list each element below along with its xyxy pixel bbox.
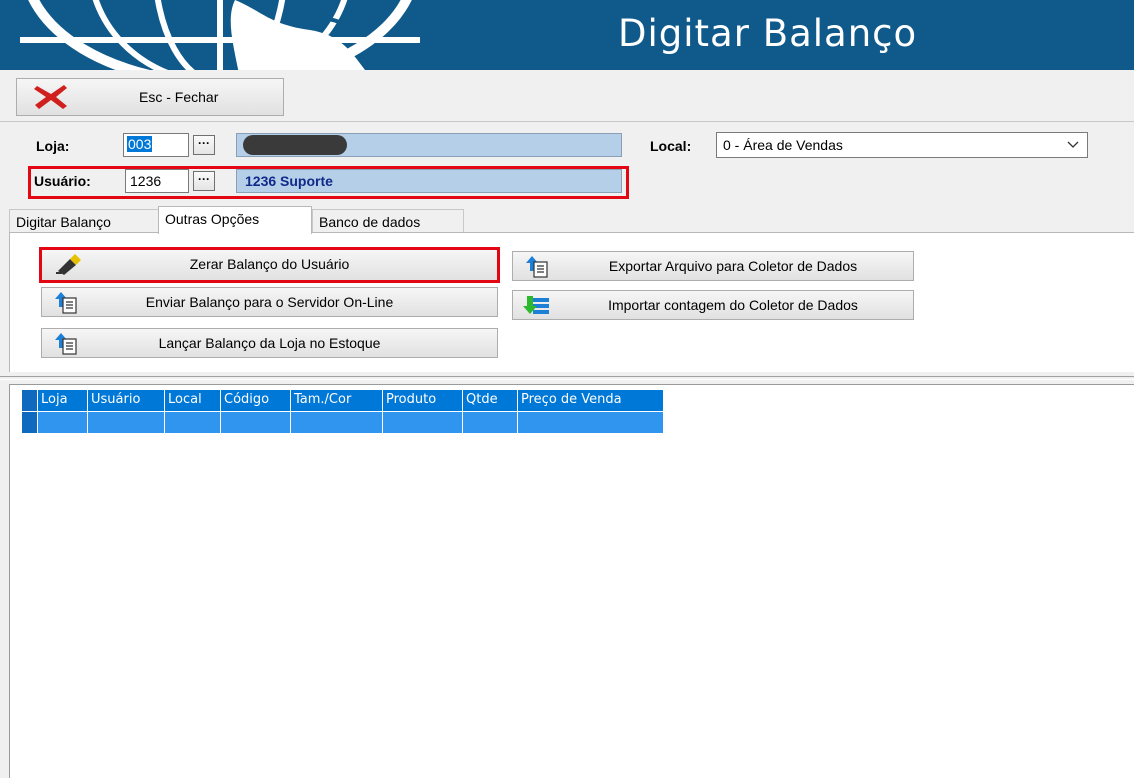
column-header-usuario[interactable]: Usuário [88,390,165,412]
usuario-label: Usuário: [34,173,91,189]
loja-label: Loja: [36,138,70,154]
column-header-qtde[interactable]: Qtde [463,390,518,412]
local-select-value: 0 - Área de Vendas [723,137,843,153]
cell-loja[interactable] [38,412,88,434]
tab-outras-opcoes[interactable]: Outras Opções [158,206,312,234]
importar-contagem-label: Importar contagem do Coletor de Dados [608,297,858,313]
cell-tam-cor[interactable] [291,412,383,434]
column-header-tam-cor[interactable]: Tam./Cor [291,390,383,412]
usuario-code-input[interactable]: 1236 [125,169,189,193]
tab-label: Digitar Balanço [16,214,111,230]
column-header-codigo[interactable]: Código [221,390,291,412]
close-button[interactable]: Esc - Fechar [16,78,284,116]
tab-label: Banco de dados [319,214,421,230]
local-label: Local: [650,138,692,154]
zerar-highlight-box [39,247,500,283]
grid-header-row: Loja Usuário Local Código Tam./Cor Produ… [22,390,664,412]
column-header-loja[interactable]: Loja [38,390,88,412]
page-title: Digitar Balanço [618,12,918,55]
tab-panel-outras-opcoes: Zerar Balanço do Usuário Enviar Balanço … [9,232,1134,372]
balanco-grid[interactable]: Loja Usuário Local Código Tam./Cor Produ… [9,384,1134,778]
loja-lookup-button[interactable]: ··· [193,135,215,155]
cell-local[interactable] [165,412,221,434]
cell-codigo[interactable] [221,412,291,434]
close-x-icon [34,85,67,109]
lancar-balanco-button[interactable]: Lançar Balanço da Loja no Estoque [41,328,498,358]
app-header: Digitar Balanço [0,0,1134,70]
column-header-local[interactable]: Local [165,390,221,412]
usuario-name-field: 1236 Suporte [236,169,622,193]
usuario-name-value: 1236 Suporte [245,173,333,189]
table-row[interactable] [22,412,664,434]
cell-qtde[interactable] [463,412,518,434]
globe-icon [20,0,420,70]
cell-usuario[interactable] [88,412,165,434]
row-indicator[interactable] [22,412,38,434]
column-header-produto[interactable]: Produto [383,390,463,412]
row-indicator-header [22,390,38,412]
cell-produto[interactable] [383,412,463,434]
upload-list-icon [526,256,548,278]
filter-form: Loja: 003 ··· Local: 0 - Área de Vendas … [0,122,1134,206]
cell-preco-venda[interactable] [518,412,664,434]
usuario-lookup-button[interactable]: ··· [193,171,215,191]
toolbar: Esc - Fechar [0,70,1134,122]
dropdown-chevron-icon [1067,141,1079,148]
local-select[interactable]: 0 - Área de Vendas [716,132,1088,158]
tab-digitar-balanco[interactable]: Digitar Balanço [9,209,159,233]
exportar-arquivo-label: Exportar Arquivo para Coletor de Dados [608,258,858,274]
redacted-mark [243,135,347,155]
column-header-preco-venda[interactable]: Preço de Venda [518,390,664,412]
loja-name-field [236,133,622,157]
importar-contagem-button[interactable]: Importar contagem do Coletor de Dados [512,290,914,320]
enviar-balanco-button[interactable]: Enviar Balanço para o Servidor On-Line [41,287,498,317]
lancar-balanco-label: Lançar Balanço da Loja no Estoque [158,335,381,351]
usuario-code-value: 1236 [130,173,162,189]
loja-code-input[interactable]: 003 [123,133,189,157]
exportar-arquivo-button[interactable]: Exportar Arquivo para Coletor de Dados [512,251,914,281]
panel-splitter[interactable] [0,376,1134,380]
enviar-balanco-label: Enviar Balanço para o Servidor On-Line [145,294,394,310]
tab-label: Outras Opções [165,211,260,227]
tab-bar: Digitar Balanço Outras Opções Banco de d… [0,206,1134,234]
tab-banco-de-dados[interactable]: Banco de dados [312,209,464,233]
close-button-label: Esc - Fechar [139,89,219,105]
loja-code-value: 003 [127,136,153,152]
download-list-icon [523,296,549,314]
